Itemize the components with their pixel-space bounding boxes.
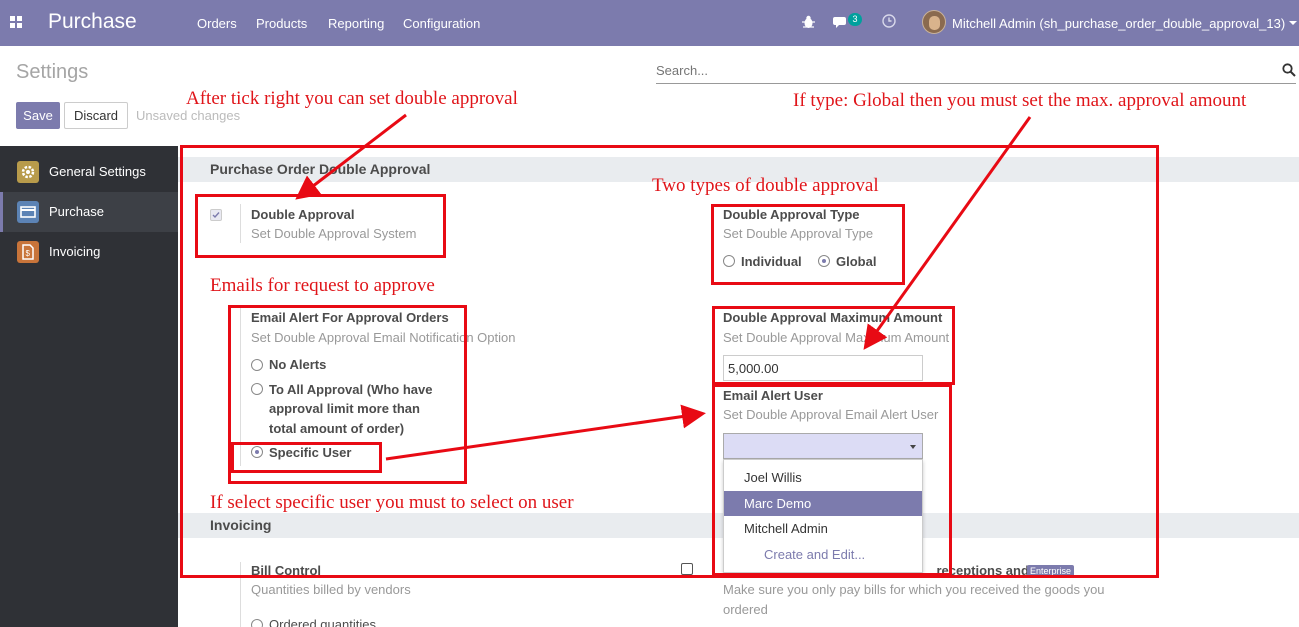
page-title: Settings	[16, 61, 89, 83]
sidebar-item-invoicing[interactable]: $ Invoicing	[0, 232, 178, 272]
top-navbar: Purchase Orders Products Reporting Confi…	[0, 0, 1299, 46]
annotation-specific-text: If select specific user you must to sele…	[210, 492, 574, 513]
save-button[interactable]: Save	[16, 102, 60, 129]
apps-menu-icon[interactable]	[10, 16, 22, 28]
annotation-double-approval-box	[195, 194, 446, 258]
sidebar-item-label: General Settings	[49, 164, 146, 179]
three-way-help-line-1: Make sure you only pay bills for which y…	[723, 582, 1105, 597]
svg-text:$: $	[26, 249, 31, 258]
card-icon	[17, 201, 39, 223]
annotation-approval-type-box	[711, 204, 905, 285]
invoice-icon: $	[17, 241, 39, 263]
annotation-two-types-text: Two types of double approval	[652, 175, 879, 196]
app-title: Purchase	[48, 10, 137, 33]
chat-icon[interactable]	[833, 15, 849, 29]
menu-orders[interactable]: Orders	[197, 16, 237, 31]
menu-reporting[interactable]: Reporting	[328, 16, 384, 31]
clock-icon[interactable]	[882, 14, 896, 28]
annotation-tick-text: After tick right you can set double appr…	[186, 88, 518, 109]
sidebar-item-general-settings[interactable]: General Settings	[0, 152, 178, 192]
annotation-max-amount-box	[712, 306, 955, 385]
three-way-help-line-2: ordered	[723, 602, 768, 617]
user-avatar[interactable]	[922, 10, 946, 34]
menu-products[interactable]: Products	[256, 16, 307, 31]
messages-count-badge: 3	[848, 13, 862, 26]
user-menu-name[interactable]: Mitchell Admin (sh_purchase_order_double…	[952, 16, 1285, 31]
bug-icon[interactable]	[802, 15, 815, 29]
radio-ordered-quantities[interactable]	[251, 619, 263, 627]
annotation-alert-user-box	[712, 384, 952, 576]
bill-control-help: Quantities billed by vendors	[251, 582, 411, 597]
sidebar-item-purchase[interactable]: Purchase	[0, 192, 178, 232]
settings-sidebar: General Settings Purchase $ Invoicing	[0, 146, 178, 627]
annotation-global-text: If type: Global then you must set the ma…	[793, 90, 1247, 111]
user-menu-caret-icon[interactable]	[1289, 21, 1297, 25]
sidebar-item-label: Invoicing	[49, 244, 101, 259]
radio-ordered-quantities-label[interactable]: Ordered quantities	[269, 617, 376, 627]
discard-button[interactable]: Discard	[64, 102, 128, 129]
unsaved-changes-label: Unsaved changes	[136, 108, 241, 123]
annotation-emails-text: Emails for request to approve	[210, 275, 435, 296]
annotation-specific-user-box	[231, 442, 382, 473]
gear-icon	[17, 161, 39, 183]
menu-configuration[interactable]: Configuration	[403, 16, 480, 31]
search-icon[interactable]	[1282, 63, 1296, 77]
search-input[interactable]	[656, 58, 1296, 84]
sidebar-item-label: Purchase	[49, 204, 104, 219]
